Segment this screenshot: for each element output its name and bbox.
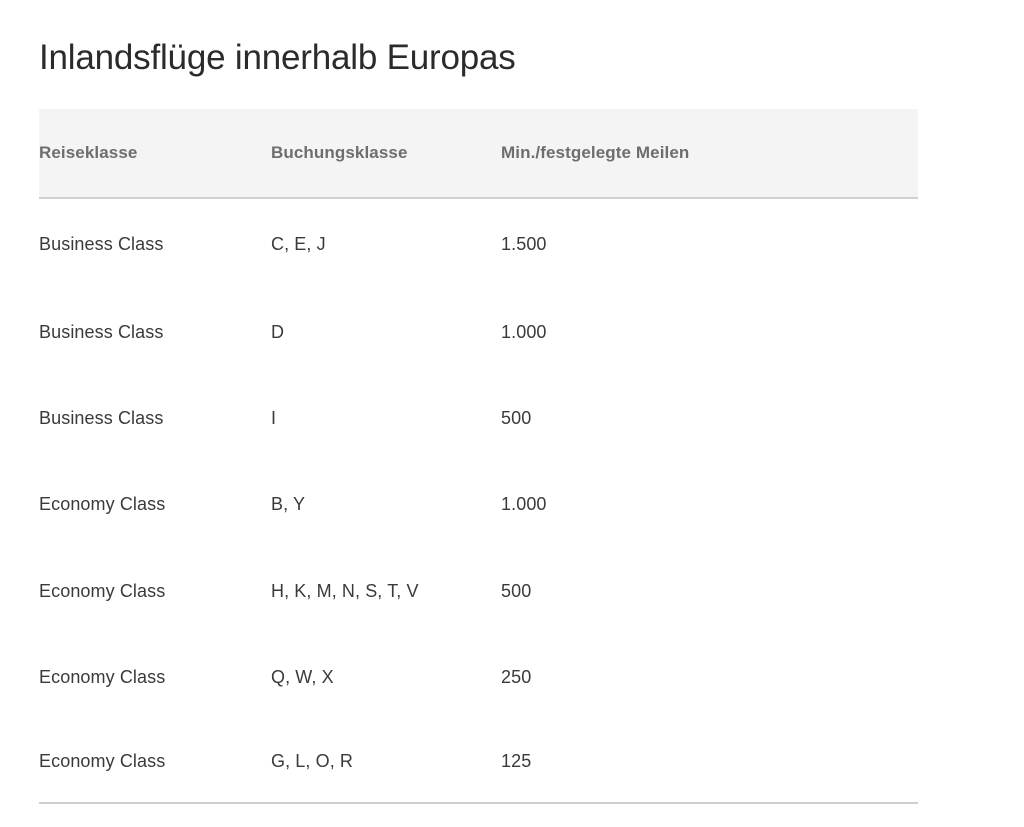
cell-travel-class: Economy Class [39, 720, 271, 805]
table-row: Economy Class Q, W, X 250 [39, 634, 918, 720]
column-header-miles: Min./festgelegte Meilen [501, 109, 918, 199]
table-header-row: Reiseklasse Buchungsklasse Min./festgele… [39, 109, 918, 199]
cell-travel-class: Business Class [39, 233, 164, 254]
cell-miles: 1.000 [501, 494, 547, 515]
cell-miles: 125 [501, 720, 918, 805]
table-row: Economy Class G, L, O, R 125 [39, 720, 918, 805]
table-row: Economy Class B, Y 1.000 [39, 462, 918, 548]
column-header-travel-class: Reiseklasse [39, 109, 271, 199]
cell-travel-class: Economy Class [39, 666, 166, 687]
cell-booking-class: B, Y [271, 494, 306, 515]
table-row: Business Class C, E, J 1.500 [39, 198, 918, 289]
page-title: Inlandsflüge innerhalb Europas [39, 38, 516, 78]
cell-miles: 500 [501, 407, 532, 428]
cell-booking-class: Q, W, X [271, 666, 334, 687]
cell-travel-class: Economy Class [39, 494, 166, 515]
table-body: Business Class C, E, J 1.500 Business Cl… [39, 198, 918, 805]
miles-table-container: Reiseklasse Buchungsklasse Min./festgele… [39, 109, 918, 805]
table-row: Business Class D 1.000 [39, 289, 918, 375]
cell-booking-class: C, E, J [271, 233, 326, 254]
table-row: Business Class I 500 [39, 375, 918, 461]
column-header-booking-class: Buchungsklasse [271, 109, 501, 199]
cell-travel-class: Economy Class [39, 580, 166, 601]
cell-miles: 1.000 [501, 321, 547, 342]
cell-booking-class: D [271, 321, 285, 342]
cell-miles: 1.500 [501, 233, 547, 254]
cell-booking-class: I [271, 407, 277, 428]
cell-booking-class: G, L, O, R [271, 720, 501, 805]
cell-miles: 500 [501, 580, 532, 601]
cell-travel-class: Business Class [39, 321, 164, 342]
table-row: Economy Class H, K, M, N, S, T, V 500 [39, 548, 918, 634]
cell-travel-class: Business Class [39, 407, 164, 428]
cell-booking-class: H, K, M, N, S, T, V [271, 580, 419, 601]
table-header: Reiseklasse Buchungsklasse Min./festgele… [39, 109, 918, 199]
cell-miles: 250 [501, 666, 532, 687]
miles-table: Reiseklasse Buchungsklasse Min./festgele… [39, 109, 918, 805]
page-root: Inlandsflüge innerhalb Europas Reiseklas… [0, 0, 1024, 827]
